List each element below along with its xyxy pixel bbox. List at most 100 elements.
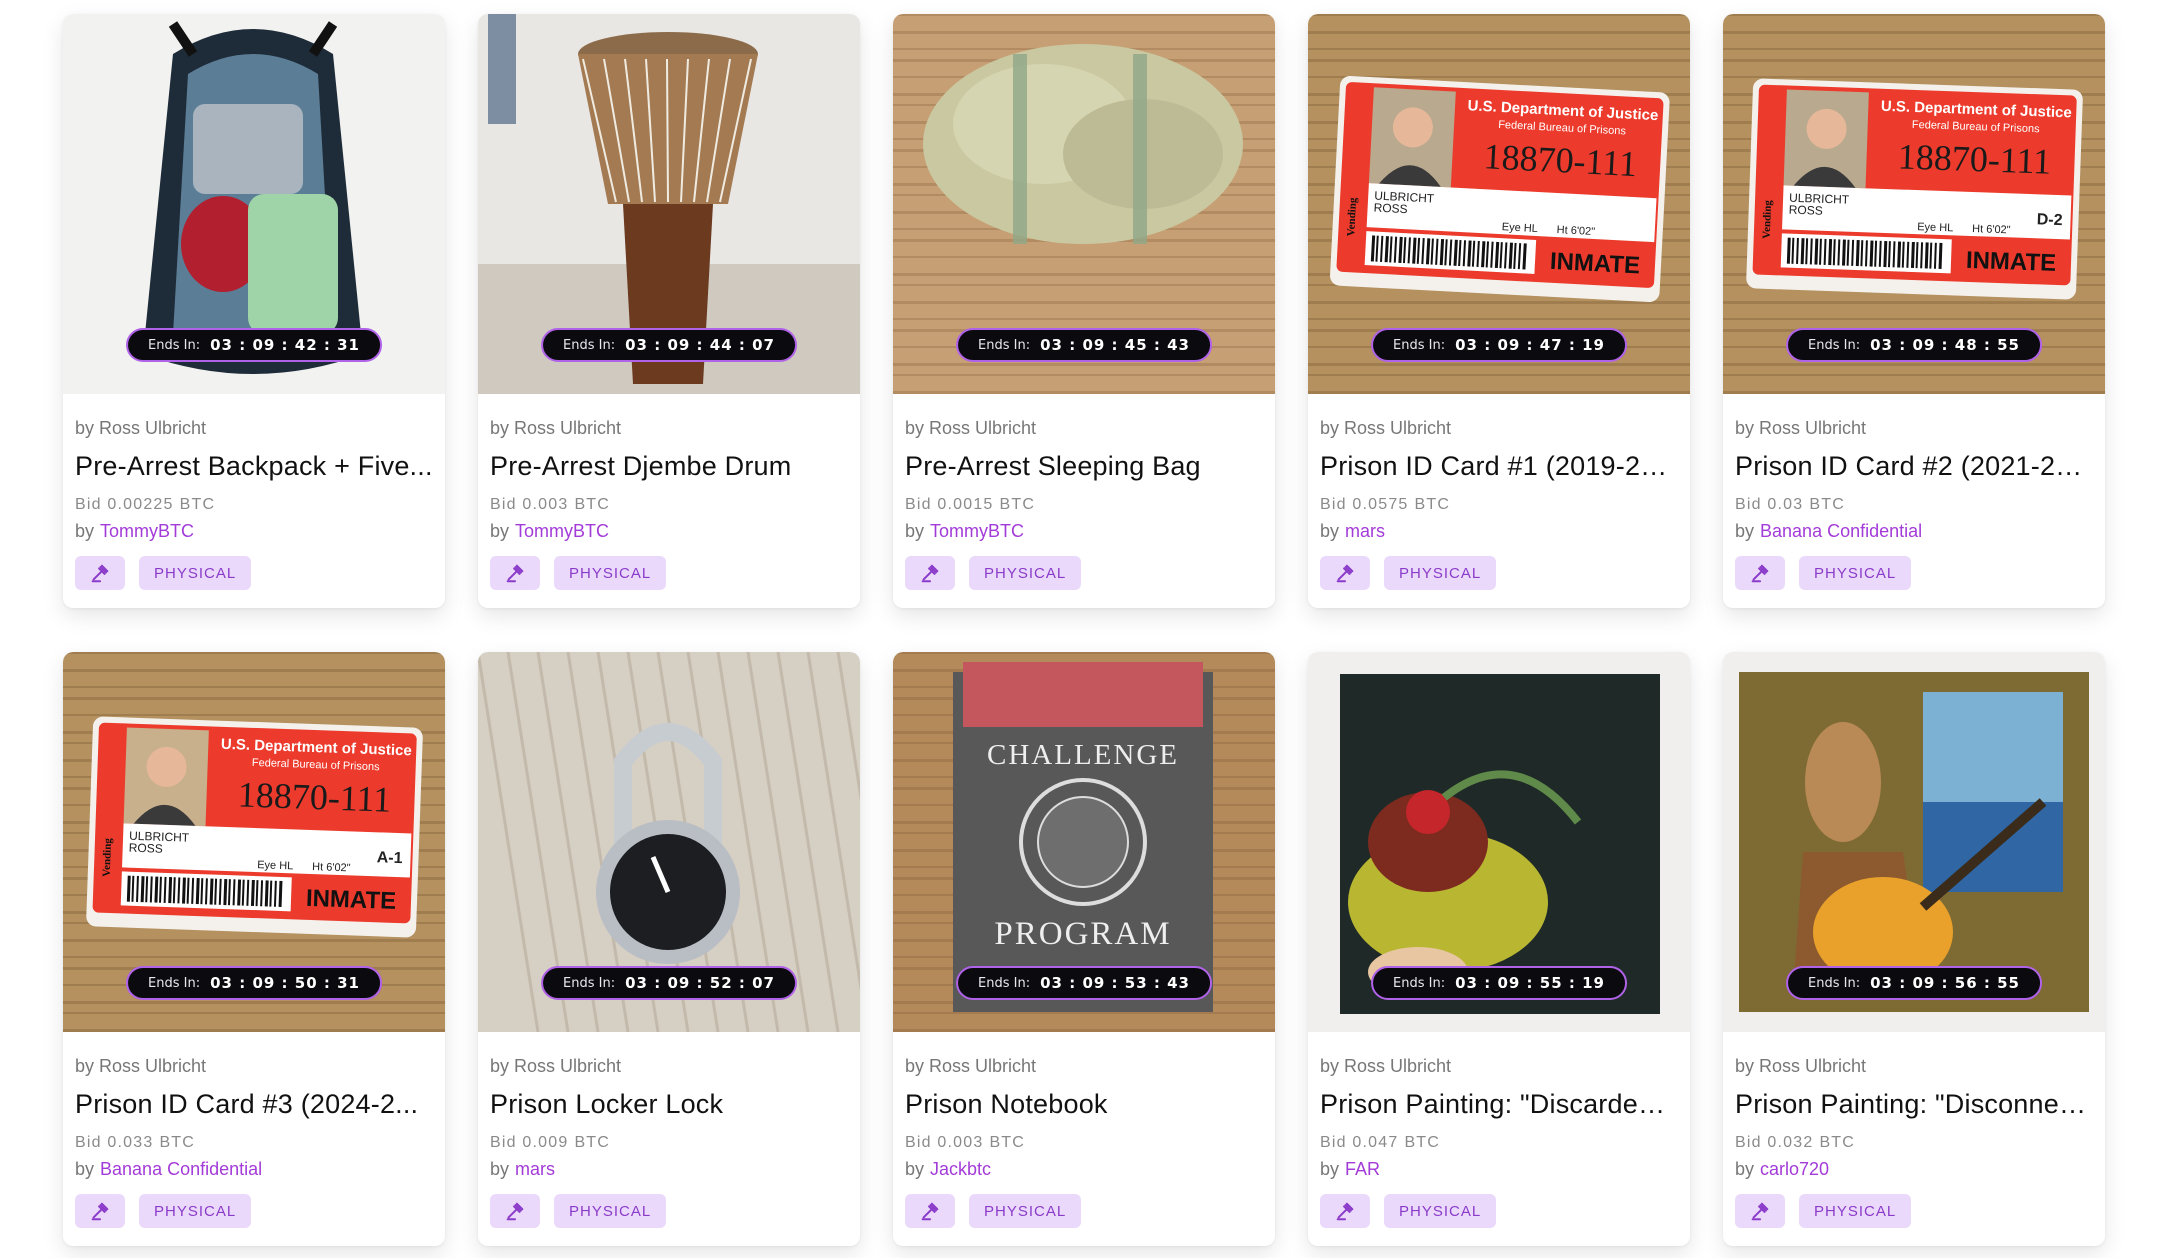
bid-currency: BTC	[1414, 496, 1451, 513]
bid-amount: 0.032	[1767, 1134, 1814, 1151]
item-title[interactable]: Pre-Arrest Backpack + Five...	[75, 451, 433, 482]
item-image[interactable]: Ends In: 03 : 09 : 42 : 31	[63, 14, 445, 394]
current-bid: Bid 0.003 BTC	[905, 1134, 1263, 1152]
bidder-name[interactable]: Jackbtc	[930, 1159, 991, 1179]
bidder-name[interactable]: mars	[515, 1159, 555, 1179]
creator-name[interactable]: Ross Ulbricht	[1759, 418, 1866, 438]
physical-tag[interactable]: PHYSICAL	[554, 1194, 667, 1228]
bid-amount: 0.003	[937, 1134, 984, 1151]
physical-tag[interactable]: PHYSICAL	[1384, 1194, 1497, 1228]
bidder-name[interactable]: Banana Confidential	[100, 1159, 262, 1179]
physical-tag[interactable]: PHYSICAL	[969, 1194, 1082, 1228]
auction-card[interactable]: Ends In: 03 : 09 : 55 : 19 by Ross Ulbric…	[1308, 652, 1690, 1246]
timer-value: 03 : 09 : 42 : 31	[210, 336, 360, 354]
auction-card[interactable]: Ends In: 03 : 09 : 45 : 43 by Ross Ulbric…	[893, 14, 1275, 608]
card-status-text: INMATE	[1549, 248, 1641, 280]
auction-card[interactable]: U.S. Department of Justice Federal Bureau…	[1723, 14, 2105, 608]
bidder-line: by TommyBTC	[905, 521, 1263, 542]
bid-currency: BTC	[159, 1134, 196, 1151]
countdown-timer: Ends In: 03 : 09 : 55 : 19	[1371, 966, 1627, 1000]
creator-prefix: by	[1735, 1056, 1755, 1076]
tag-row: PHYSICAL	[1320, 1194, 1678, 1228]
creator-name[interactable]: Ross Ulbricht	[1344, 418, 1451, 438]
card-code-text: A-1	[376, 849, 402, 867]
bidder-prefix: by	[1735, 1159, 1755, 1179]
item-image[interactable]: U.S. Department of Justice Federal Bureau…	[63, 652, 445, 1032]
creator-prefix: by	[1735, 418, 1755, 438]
creator-line: by Ross Ulbricht	[75, 1056, 433, 1077]
creator-name[interactable]: Ross Ulbricht	[1344, 1056, 1451, 1076]
creator-line: by Ross Ulbricht	[1320, 418, 1678, 439]
item-image[interactable]: CHALLENGE PROGRAM Ends In: 03 : 09 : 53 :…	[893, 652, 1275, 1032]
tag-row: PHYSICAL	[75, 556, 433, 590]
card-name-text: ROSS	[128, 841, 162, 856]
item-title[interactable]: Prison ID Card #2 (2021-20...	[1735, 451, 2093, 482]
item-title[interactable]: Pre-Arrest Djembe Drum	[490, 451, 848, 482]
item-title[interactable]: Prison ID Card #3 (2024-2...	[75, 1089, 433, 1120]
item-title[interactable]: Prison Painting: "Disconnec...	[1735, 1089, 2093, 1120]
item-image[interactable]: Ends In: 03 : 09 : 52 : 07	[478, 652, 860, 1032]
gavel-icon	[490, 1194, 540, 1228]
auction-card[interactable]: U.S. Department of Justice Federal Bureau…	[63, 652, 445, 1246]
creator-name[interactable]: Ross Ulbricht	[99, 418, 206, 438]
card-height-text: Ht 6'02"	[1556, 224, 1595, 238]
creator-name[interactable]: Ross Ulbricht	[1759, 1056, 1866, 1076]
gavel-icon	[75, 556, 125, 590]
bid-prefix: Bid	[75, 1134, 102, 1151]
bid-amount: 0.047	[1352, 1134, 1399, 1151]
physical-tag[interactable]: PHYSICAL	[1799, 1194, 1912, 1228]
item-title[interactable]: Prison ID Card #1 (2019-20...	[1320, 451, 1678, 482]
creator-name[interactable]: Ross Ulbricht	[514, 1056, 621, 1076]
creator-name[interactable]: Ross Ulbricht	[929, 1056, 1036, 1076]
bidder-name[interactable]: Banana Confidential	[1760, 521, 1922, 541]
bid-currency: BTC	[999, 496, 1036, 513]
physical-tag[interactable]: PHYSICAL	[139, 1194, 252, 1228]
bidder-name[interactable]: TommyBTC	[100, 521, 194, 541]
auction-card[interactable]: Ends In: 03 : 09 : 44 : 07 by Ross Ulbric…	[478, 14, 860, 608]
physical-tag[interactable]: PHYSICAL	[1799, 556, 1912, 590]
gavel-icon	[490, 556, 540, 590]
notebook-top-text: CHALLENGE	[987, 739, 1179, 771]
card-number-text: 18870-111	[1897, 136, 2052, 181]
item-image[interactable]: Ends In: 03 : 09 : 56 : 55	[1723, 652, 2105, 1032]
bidder-name[interactable]: FAR	[1345, 1159, 1380, 1179]
bidder-name[interactable]: carlo720	[1760, 1159, 1829, 1179]
auction-card[interactable]: Ends In: 03 : 09 : 56 : 55 by Ross Ulbric…	[1723, 652, 2105, 1246]
auction-card[interactable]: CHALLENGE PROGRAM Ends In: 03 : 09 : 53 :…	[893, 652, 1275, 1246]
bid-currency: BTC	[574, 1134, 611, 1151]
creator-prefix: by	[490, 1056, 510, 1076]
bid-prefix: Bid	[1735, 1134, 1762, 1151]
card-height-text: Ht 6'02"	[1972, 223, 2011, 236]
physical-tag[interactable]: PHYSICAL	[554, 556, 667, 590]
auction-card[interactable]: Ends In: 03 : 09 : 52 : 07 by Ross Ulbric…	[478, 652, 860, 1246]
bid-currency: BTC	[574, 496, 611, 513]
tag-row: PHYSICAL	[1735, 1194, 2093, 1228]
bid-prefix: Bid	[1735, 496, 1762, 513]
bidder-name[interactable]: TommyBTC	[930, 521, 1024, 541]
bidder-name[interactable]: TommyBTC	[515, 521, 609, 541]
timer-label: Ends In:	[1808, 337, 1861, 353]
item-image[interactable]: Ends In: 03 : 09 : 55 : 19	[1308, 652, 1690, 1032]
item-image[interactable]: U.S. Department of Justice Federal Bureau…	[1308, 14, 1690, 394]
creator-name[interactable]: Ross Ulbricht	[99, 1056, 206, 1076]
physical-tag[interactable]: PHYSICAL	[139, 556, 252, 590]
item-image[interactable]: Ends In: 03 : 09 : 44 : 07	[478, 14, 860, 394]
creator-name[interactable]: Ross Ulbricht	[514, 418, 621, 438]
item-title[interactable]: Prison Notebook	[905, 1089, 1263, 1120]
creator-line: by Ross Ulbricht	[1735, 418, 2093, 439]
auction-card[interactable]: Ends In: 03 : 09 : 42 : 31 by Ross Ulbric…	[63, 14, 445, 608]
item-image[interactable]: Ends In: 03 : 09 : 45 : 43	[893, 14, 1275, 394]
creator-name[interactable]: Ross Ulbricht	[929, 418, 1036, 438]
bidder-name[interactable]: mars	[1345, 521, 1385, 541]
timer-label: Ends In:	[1393, 975, 1446, 991]
physical-tag[interactable]: PHYSICAL	[1384, 556, 1497, 590]
card-number-text: 18870-111	[1483, 136, 1638, 184]
item-title[interactable]: Prison Painting: "Discarded"...	[1320, 1089, 1678, 1120]
item-image[interactable]: U.S. Department of Justice Federal Bureau…	[1723, 14, 2105, 394]
item-title[interactable]: Prison Locker Lock	[490, 1089, 848, 1120]
physical-tag[interactable]: PHYSICAL	[969, 556, 1082, 590]
gavel-icon	[905, 1194, 955, 1228]
auction-card[interactable]: U.S. Department of Justice Federal Bureau…	[1308, 14, 1690, 608]
creator-line: by Ross Ulbricht	[905, 1056, 1263, 1077]
item-title[interactable]: Pre-Arrest Sleeping Bag	[905, 451, 1263, 482]
